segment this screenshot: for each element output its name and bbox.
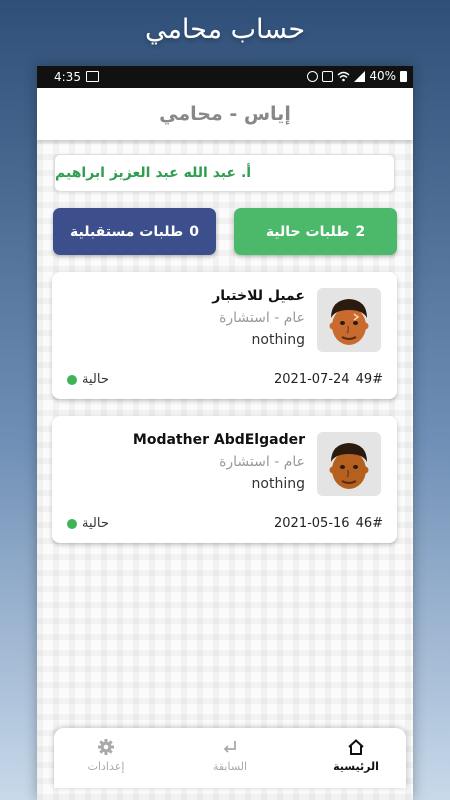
request-note: nothing (251, 476, 305, 492)
future-label: طلبات مستقبلية (70, 223, 184, 240)
client-name: عميل للاختبار (212, 288, 305, 304)
client-name: Modather AbdElgader (132, 432, 305, 448)
bottom-nav: الرئيسية السابقة إعدادات (54, 728, 406, 788)
request-meta: 2021-05-16 46# (274, 516, 383, 531)
avatar-icon (317, 288, 381, 352)
main-content: أ. عبد الله عبد العزيز ابراهيم 2 طلبات ح… (37, 140, 413, 800)
request-date: 2021-07-24 (274, 372, 350, 387)
status-time: 4:35 (54, 70, 81, 84)
lawyer-name: أ. عبد الله عبد العزيز ابراهيم (55, 165, 252, 181)
lawyer-name-box: أ. عبد الله عبد العزيز ابراهيم (54, 154, 395, 192)
promo-title: حساب محامي (144, 14, 306, 45)
current-label: طلبات حالية (265, 223, 350, 240)
avatar-icon (317, 432, 381, 496)
request-info: عميل للاختبار عام - استشارة nothing (75, 288, 305, 352)
status-bar: 4:35 40% (37, 66, 413, 88)
return-arrow-icon (223, 741, 236, 753)
status-dot-icon (67, 518, 77, 529)
request-meta: 2021-07-24 49# (274, 372, 383, 387)
status-icons: 40% (307, 69, 407, 83)
status-label: حالية (82, 516, 109, 531)
status-indicator: حالية (67, 372, 109, 387)
header-title: إياس - محامي (159, 103, 291, 125)
alarm-icon (307, 70, 319, 82)
future-count: 0 (189, 223, 199, 240)
request-category: عام - استشارة (219, 454, 305, 470)
battery-saver-icon (322, 70, 334, 82)
battery-percent: 40% (369, 69, 396, 83)
status-label: حالية (82, 372, 109, 387)
nav-settings[interactable]: إعدادات (66, 734, 146, 784)
nav-previous[interactable]: السابقة (190, 734, 270, 784)
battery-icon (400, 70, 407, 82)
gear-icon (98, 739, 114, 755)
status-dot-icon (67, 374, 77, 385)
phone-screen: 4:35 40% إياس - محامي أ. عبد الله عبد ال… (37, 66, 413, 800)
request-date: 2021-05-16 (274, 516, 350, 531)
nav-previous-label: السابقة (212, 760, 248, 773)
current-count: 2 (355, 223, 366, 240)
future-requests-button[interactable]: 0 طلبات مستقبلية (53, 208, 216, 255)
current-requests-button[interactable]: 2 طلبات حالية (234, 208, 397, 255)
image-notification-icon (86, 71, 99, 82)
nav-home-label: الرئيسية (333, 760, 379, 773)
nav-home[interactable]: الرئيسية (316, 734, 396, 784)
wifi-icon (337, 71, 350, 81)
home-icon (348, 739, 364, 755)
app-header: إياس - محامي (37, 88, 413, 140)
nav-settings-label: إعدادات (87, 760, 125, 773)
signal-icon (354, 70, 366, 82)
request-card[interactable]: Modather AbdElgader عام - استشارة nothin… (52, 416, 397, 543)
request-card[interactable]: عميل للاختبار عام - استشارة nothing 2021… (52, 272, 397, 399)
request-number: 46# (355, 516, 383, 531)
request-category: عام - استشارة (219, 310, 305, 326)
request-note: nothing (251, 332, 305, 348)
status-indicator: حالية (67, 516, 109, 531)
request-number: 49# (355, 372, 383, 387)
request-info: Modather AbdElgader عام - استشارة nothin… (75, 432, 305, 496)
